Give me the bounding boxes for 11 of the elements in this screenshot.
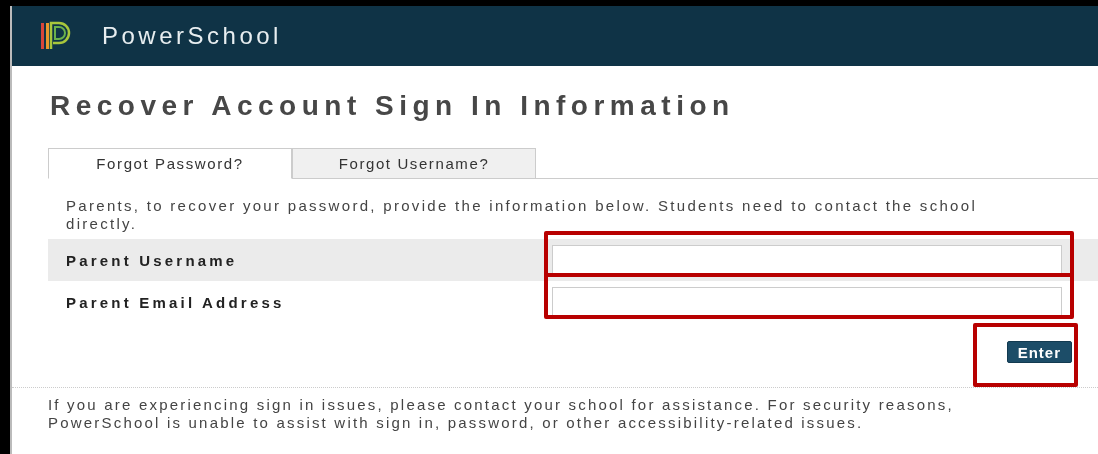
input-field[interactable]: [552, 287, 1062, 317]
field-label: Parent Email Address: [66, 293, 286, 311]
field-label: Parent Username: [66, 251, 239, 269]
tab[interactable]: Forgot Password?: [48, 148, 292, 179]
tab[interactable]: Forgot Username?: [292, 148, 536, 179]
brand-name: PowerSchool: [102, 22, 282, 50]
input-field[interactable]: [552, 245, 1062, 275]
help-text: If you are experiencing sign in issues, please contact your school for assistance. For security reasons, PowerSchool is unable to assist with sign in, password, or other accessibility-related issues.: [48, 396, 955, 432]
enter-button[interactable]: Enter: [1006, 341, 1072, 363]
page-title: Recover Account Sign In Information: [50, 90, 736, 122]
instructions-text: Parents, to recover your password, provide the information below. Students need to contact the school directly.: [66, 197, 979, 233]
